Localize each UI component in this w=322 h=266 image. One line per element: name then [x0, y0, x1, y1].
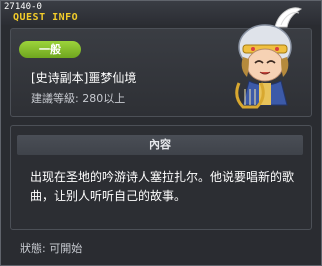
npc-portrait-icon: [235, 7, 302, 109]
quest-category-badge: 一般: [19, 41, 81, 58]
window-title: QUEST INFO: [13, 12, 79, 23]
quest-info-window: 27140-0 QUEST INFO 一般 [史诗副本]噩梦仙境 建議等級: 2…: [0, 0, 322, 266]
content-header: 內容: [17, 135, 303, 155]
required-level-label: 建議等級: 280以上: [31, 92, 126, 105]
quest-description: 出现在圣地的吟游诗人塞拉扎尔。他说要唱新的歌曲，让别人听听自己的故事。: [30, 170, 295, 203]
quest-name: [史诗副本]噩梦仙境: [31, 71, 137, 85]
quest-id-label: 27140-0: [4, 2, 42, 12]
quest-status: 狀態: 可開始: [20, 242, 83, 255]
